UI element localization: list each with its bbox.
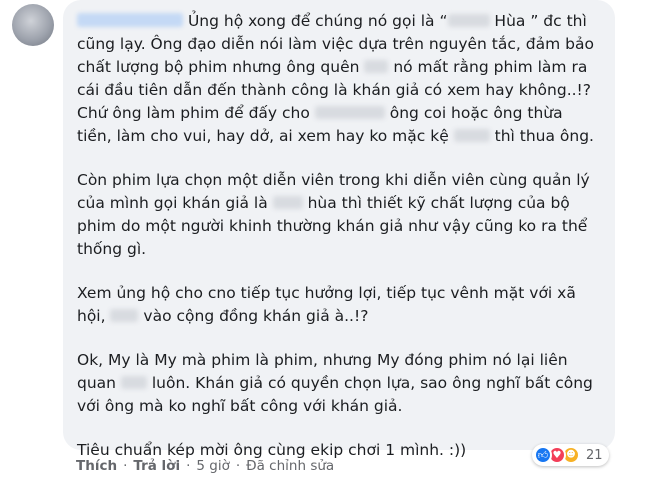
comment-paragraph: Còn phim lựa chọn một diễn viên trong kh… bbox=[77, 169, 601, 261]
comment-text: thì thua ông. bbox=[494, 127, 594, 145]
separator: · bbox=[235, 458, 241, 474]
like-button[interactable]: Thích bbox=[76, 458, 117, 474]
redacted-text bbox=[364, 60, 389, 73]
redacted-text bbox=[453, 129, 490, 142]
comment-paragraph: Ủng hộ xong để chúng nó gọi là “ Hùa ” đ… bbox=[77, 10, 601, 148]
reactions-summary[interactable]: 👍︎ ♥ ☻ 21 bbox=[532, 444, 609, 466]
separator: · bbox=[123, 458, 128, 474]
commenter-name[interactable] bbox=[77, 13, 183, 27]
comment-text: Tiêu chuẩn kép mời ông cùng ekip chơi 1 … bbox=[77, 441, 467, 459]
timestamp[interactable]: 5 giờ bbox=[196, 458, 229, 474]
comment-text: vào cộng đồng khán giả à..!? bbox=[143, 307, 369, 325]
edited-label[interactable]: Đã chỉnh sửa bbox=[246, 458, 334, 474]
comment-bubble: Ủng hộ xong để chúng nó gọi là “ Hùa ” đ… bbox=[63, 0, 615, 459]
redacted-text bbox=[272, 196, 303, 209]
like-icon: 👍︎ bbox=[534, 446, 552, 464]
redacted-text bbox=[314, 106, 385, 119]
comment-paragraph: Xem ủng hộ cho cno tiếp tục hưởng lợi, t… bbox=[77, 282, 601, 328]
comment-body: Ủng hộ xong để chúng nó gọi là “ Hùa ” đ… bbox=[77, 10, 601, 462]
comment-text: Ủng hộ xong để chúng nó gọi là “ bbox=[187, 12, 448, 30]
comment-actions: Thích · Trả lời · 5 giờ · Đã chỉnh sửa bbox=[76, 458, 334, 474]
redacted-text bbox=[120, 376, 147, 389]
reaction-count: 21 bbox=[586, 447, 603, 463]
comment-paragraph: Ok, My là My mà phim là phim, nhưng My đ… bbox=[77, 349, 601, 418]
redacted-text bbox=[447, 14, 490, 27]
avatar[interactable] bbox=[12, 4, 54, 46]
separator: · bbox=[186, 458, 191, 474]
comment-text: luôn. Khán giả có quyền chọn lựa, sao ôn… bbox=[77, 374, 593, 415]
redacted-text bbox=[110, 309, 139, 322]
reply-button[interactable]: Trả lời bbox=[133, 458, 180, 474]
